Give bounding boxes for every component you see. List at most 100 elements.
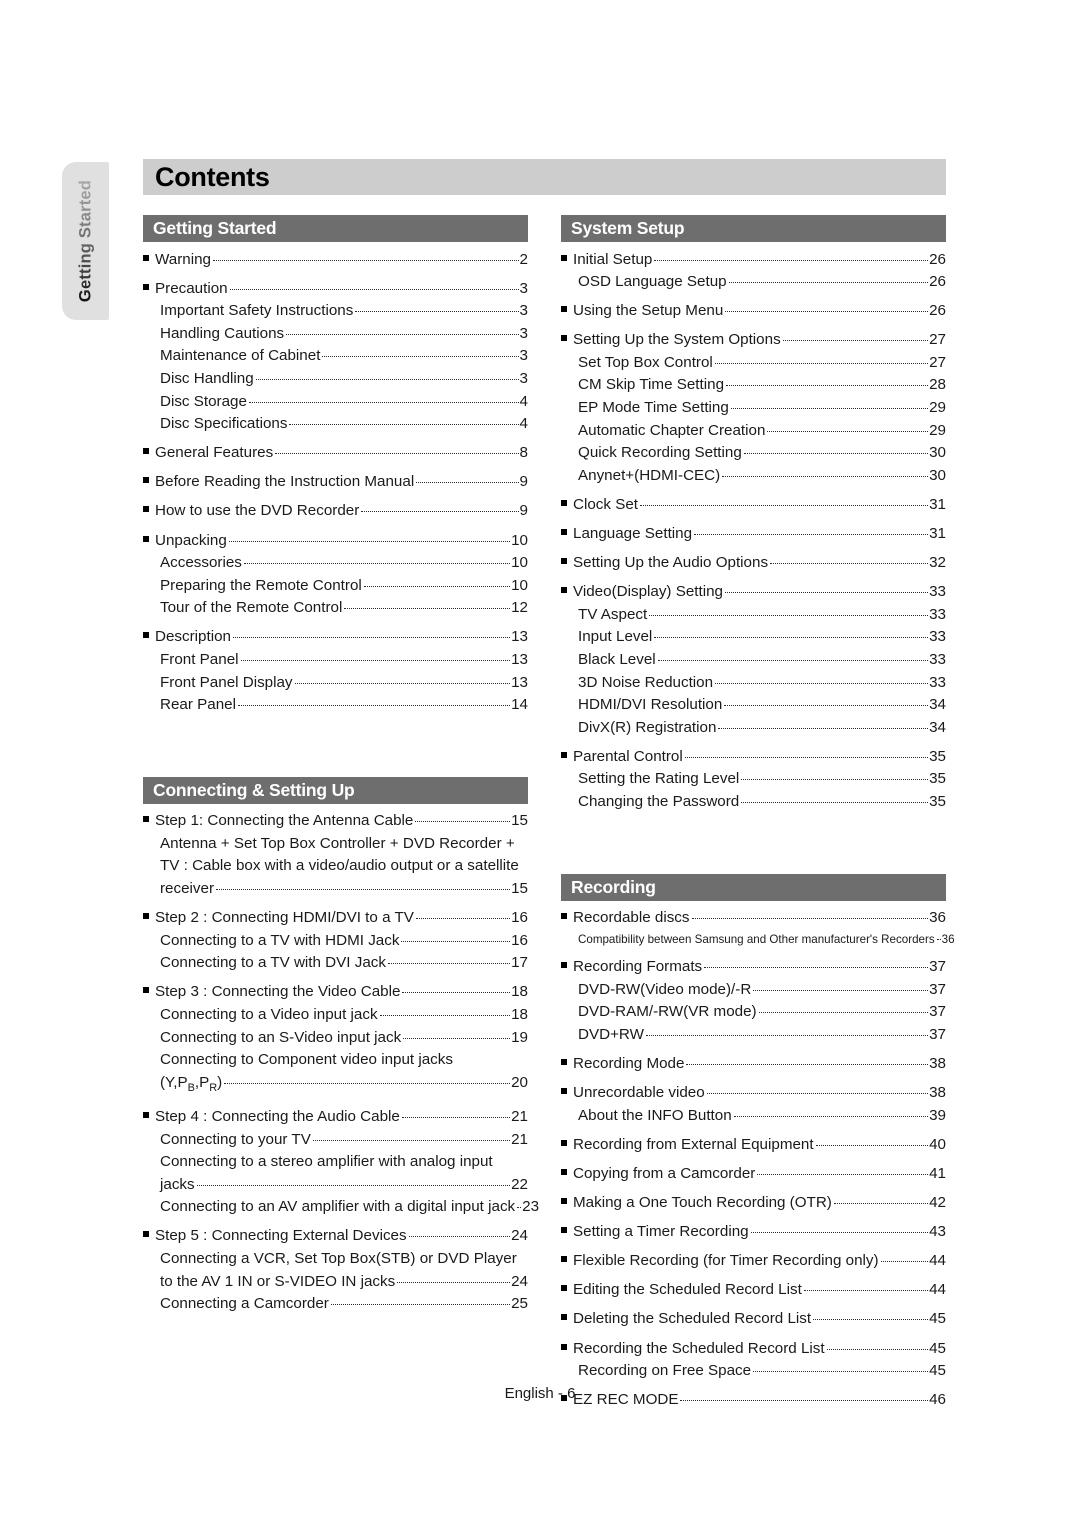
toc-entry[interactable]: Recordable discs 36 — [561, 907, 946, 930]
toc-entry[interactable]: Connecting to a Video input jack 18 — [143, 1004, 528, 1027]
toc-entry[interactable]: Recording Formats 37 — [561, 956, 946, 979]
toc-entry[interactable]: Parental Control 35 — [561, 746, 946, 769]
toc-entry[interactable]: Recording from External Equipment 40 — [561, 1134, 946, 1157]
section-title: Getting Started — [153, 218, 277, 238]
toc-entry[interactable]: Video(Display) Setting 33 — [561, 581, 946, 604]
toc-entry[interactable]: Warning 2 — [143, 249, 528, 272]
toc-entry-title: Step 3 : Connecting the Video Cable — [155, 983, 401, 1001]
toc-entry[interactable]: Handling Cautions 3 — [143, 323, 528, 346]
toc-entry[interactable]: Step 1: Connecting the Antenna Cable 15 — [143, 810, 528, 833]
toc-entry[interactable]: to the AV 1 IN or S-VIDEO IN jacks 24 — [143, 1271, 528, 1294]
toc-entry[interactable]: Compatibility between Samsung and Other … — [561, 930, 955, 950]
toc-entry[interactable]: Disc Handling 3 — [143, 368, 528, 391]
toc-entry[interactable]: TV : Cable box with a video/audio output… — [143, 855, 528, 878]
toc-entry[interactable]: Recording on Free Space 45 — [561, 1360, 946, 1383]
toc-entry[interactable]: Connecting a Camcorder 25 — [143, 1293, 528, 1316]
toc-entry[interactable]: DVD+RW 37 — [561, 1024, 946, 1047]
toc-entry[interactable]: Accessories 10 — [143, 552, 528, 575]
toc-entry[interactable]: EP Mode Time Setting 29 — [561, 397, 946, 420]
dot-leader — [733, 1115, 929, 1117]
toc-entry[interactable]: Connecting to a TV with DVI Jack 17 — [143, 952, 528, 975]
toc-entry[interactable]: 3D Noise Reduction 33 — [561, 672, 946, 695]
dot-leader — [387, 963, 511, 965]
toc-entry[interactable]: Connecting to an AV amplifier with a dig… — [143, 1196, 539, 1219]
toc-entry[interactable]: Description 13 — [143, 626, 528, 649]
toc-entry[interactable]: Connecting to your TV 21 — [143, 1129, 528, 1152]
toc-entry[interactable]: Black Level 33 — [561, 649, 946, 672]
toc-entry[interactable]: Connecting a VCR, Set Top Box(STB) or DV… — [143, 1248, 528, 1271]
dot-leader — [684, 756, 929, 758]
toc-page-number: 19 — [511, 1028, 528, 1046]
toc-entry[interactable]: Step 4 : Connecting the Audio Cable 21 — [143, 1106, 528, 1129]
toc-entry[interactable]: HDMI/DVI Resolution 34 — [561, 694, 946, 717]
toc-entry[interactable]: Copying from a Camcorder 41 — [561, 1163, 946, 1186]
toc-entry[interactable]: OSD Language Setup 26 — [561, 271, 946, 294]
toc-entry[interactable]: receiver 15 — [143, 878, 528, 901]
toc-entry[interactable]: Antenna + Set Top Box Controller + DVD R… — [143, 833, 528, 856]
toc-page-number: 14 — [511, 696, 528, 714]
toc-entry[interactable]: Clock Set 31 — [561, 494, 946, 517]
toc-entry[interactable]: Language Setting 31 — [561, 523, 946, 546]
toc-entry[interactable]: Unrecordable video 38 — [561, 1082, 946, 1105]
toc-entry[interactable]: Using the Setup Menu 26 — [561, 300, 946, 323]
toc-entry[interactable]: Maintenance of Cabinet 3 — [143, 345, 528, 368]
toc-entry[interactable]: Front Panel 13 — [143, 649, 528, 672]
toc-entry[interactable]: Flexible Recording (for Timer Recording … — [561, 1250, 946, 1273]
toc-entry[interactable]: Setting a Timer Recording 43 — [561, 1221, 946, 1244]
toc-entry[interactable]: Precaution 3 — [143, 278, 528, 301]
toc-entry[interactable]: DVD-RW(Video mode)/-R 37 — [561, 979, 946, 1002]
toc-entry[interactable]: Connecting to a TV with HDMI Jack 16 — [143, 930, 528, 953]
toc-entry[interactable]: Disc Specifications 4 — [143, 413, 528, 436]
toc-entry[interactable]: Front Panel Display 13 — [143, 672, 528, 695]
toc-entry[interactable]: Setting Up the Audio Options 32 — [561, 552, 946, 575]
toc-entry[interactable]: Deleting the Scheduled Record List 45 — [561, 1308, 946, 1331]
toc-entry[interactable]: Preparing the Remote Control 10 — [143, 575, 528, 598]
toc-entry[interactable]: About the INFO Button 39 — [561, 1105, 946, 1128]
square-bullet-icon — [143, 477, 149, 484]
toc-entry[interactable]: Disc Storage 4 — [143, 391, 528, 414]
toc-page-number: 25 — [511, 1295, 528, 1313]
toc-entry[interactable]: Unpacking 10 — [143, 530, 528, 553]
toc-entry[interactable]: (Y,PB,PR) 20 — [143, 1072, 528, 1100]
toc-entry[interactable]: Recording the Scheduled Record List 45 — [561, 1338, 946, 1361]
toc-entry[interactable]: Setting Up the System Options 27 — [561, 329, 946, 352]
toc-entry[interactable]: Before Reading the Instruction Manual 9 — [143, 471, 528, 494]
toc-entry[interactable]: Important Safety Instructions 3 — [143, 300, 528, 323]
toc-entry[interactable]: Editing the Scheduled Record List 44 — [561, 1279, 946, 1302]
toc-entry[interactable]: Setting the Rating Level 35 — [561, 768, 946, 791]
toc-entry[interactable]: Step 2 : Connecting HDMI/DVI to a TV 16 — [143, 907, 528, 930]
toc-entry[interactable]: Rear Panel 14 — [143, 694, 528, 717]
toc-entry[interactable]: How to use the DVD Recorder 9 — [143, 500, 528, 523]
square-bullet-icon — [561, 913, 567, 920]
toc-entry[interactable]: Input Level 33 — [561, 626, 946, 649]
toc-entry[interactable]: Step 5 : Connecting External Devices 24 — [143, 1225, 528, 1248]
toc-entry[interactable]: Anynet+(HDMI-CEC) 30 — [561, 465, 946, 488]
dot-leader — [237, 705, 511, 707]
toc-entry[interactable]: Connecting to an S-Video input jack 19 — [143, 1027, 528, 1050]
toc-entry[interactable]: TV Aspect 33 — [561, 604, 946, 627]
section-title: System Setup — [571, 218, 685, 238]
toc-entry-title: Disc Specifications — [160, 415, 288, 433]
toc-page-number: 37 — [929, 958, 946, 976]
toc-entry[interactable]: General Features 8 — [143, 442, 528, 465]
toc-page-number: 44 — [929, 1281, 946, 1299]
toc-entry[interactable]: Initial Setup 26 — [561, 249, 946, 272]
dot-leader — [517, 1207, 522, 1209]
toc-entry[interactable]: CM Skip Time Setting 28 — [561, 374, 946, 397]
toc-entry[interactable]: Set Top Box Control 27 — [561, 352, 946, 375]
toc-entry[interactable]: jacks 22 — [143, 1174, 528, 1197]
toc-entry[interactable]: Making a One Touch Recording (OTR) 42 — [561, 1192, 946, 1215]
dot-leader — [726, 385, 929, 387]
column-spacer — [143, 717, 528, 777]
toc-entry[interactable]: DivX(R) Registration 34 — [561, 717, 946, 740]
toc-entry[interactable]: DVD-RAM/-RW(VR mode) 37 — [561, 1001, 946, 1024]
toc-entry[interactable]: Quick Recording Setting 30 — [561, 442, 946, 465]
toc-entry[interactable]: Changing the Password 35 — [561, 791, 946, 814]
toc-entry[interactable]: Automatic Chapter Creation 29 — [561, 420, 946, 443]
toc-entry[interactable]: Tour of the Remote Control 12 — [143, 597, 528, 620]
toc-entry[interactable]: Connecting to Component video input jack… — [143, 1049, 528, 1072]
toc-page-number: 39 — [929, 1106, 946, 1124]
toc-entry[interactable]: Connecting to a stereo amplifier with an… — [143, 1151, 528, 1174]
toc-entry[interactable]: Step 3 : Connecting the Video Cable 18 — [143, 981, 528, 1004]
toc-entry[interactable]: Recording Mode 38 — [561, 1053, 946, 1076]
